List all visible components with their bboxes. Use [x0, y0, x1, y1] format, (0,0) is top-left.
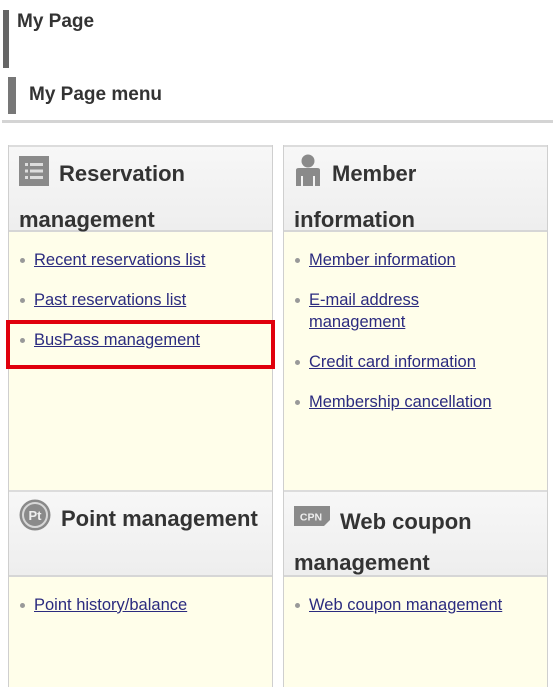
panel-coupon: CPN Web coupon management Web coupon man…	[283, 490, 548, 687]
list-icon	[19, 156, 49, 199]
past-reservations-link[interactable]: Past reservations list	[34, 291, 186, 309]
email-address-management-link[interactable]: E-mail address management	[309, 291, 419, 331]
section-title: My Page menu	[8, 77, 162, 114]
list-item: Recent reservations list	[19, 249, 272, 271]
membership-cancellation-link[interactable]: Membership cancellation	[309, 393, 492, 411]
highlight-box	[6, 320, 275, 369]
list-item: Credit card information	[294, 351, 547, 373]
panel-point: Pt Point management Point history/balanc…	[8, 490, 273, 687]
panel-coupon-header: CPN Web coupon management	[284, 490, 547, 577]
page-title: My Page	[3, 10, 94, 68]
list-item: Web coupon management	[294, 594, 547, 616]
panel-title: Point management	[61, 506, 258, 531]
person-icon	[294, 154, 322, 199]
point-icon: Pt	[19, 499, 51, 544]
list-item: Membership cancellation	[294, 391, 547, 413]
list-item: Past reservations list	[19, 289, 272, 311]
svg-text:CPN: CPN	[300, 512, 322, 524]
coupon-icon: CPN	[294, 498, 330, 539]
point-history-link[interactable]: Point history/balance	[34, 596, 187, 614]
member-information-link[interactable]: Member information	[309, 251, 456, 269]
list-item: E-mail address management	[294, 289, 439, 333]
svg-text:Pt: Pt	[29, 508, 43, 523]
panel-point-header: Pt Point management	[9, 490, 272, 577]
divider	[2, 120, 553, 123]
recent-reservations-link[interactable]: Recent reservations list	[34, 251, 206, 269]
panel-reservation: Reservation management Recent reservatio…	[8, 145, 273, 492]
panel-member-header: Member information	[284, 145, 547, 232]
credit-card-information-link[interactable]: Credit card information	[309, 353, 476, 371]
web-coupon-management-link[interactable]: Web coupon management	[309, 596, 502, 614]
list-item: Point history/balance	[19, 594, 272, 616]
panel-reservation-header: Reservation management	[9, 145, 272, 232]
list-item: Member information	[294, 249, 547, 271]
panel-member: Member information Member information E-…	[283, 145, 548, 492]
